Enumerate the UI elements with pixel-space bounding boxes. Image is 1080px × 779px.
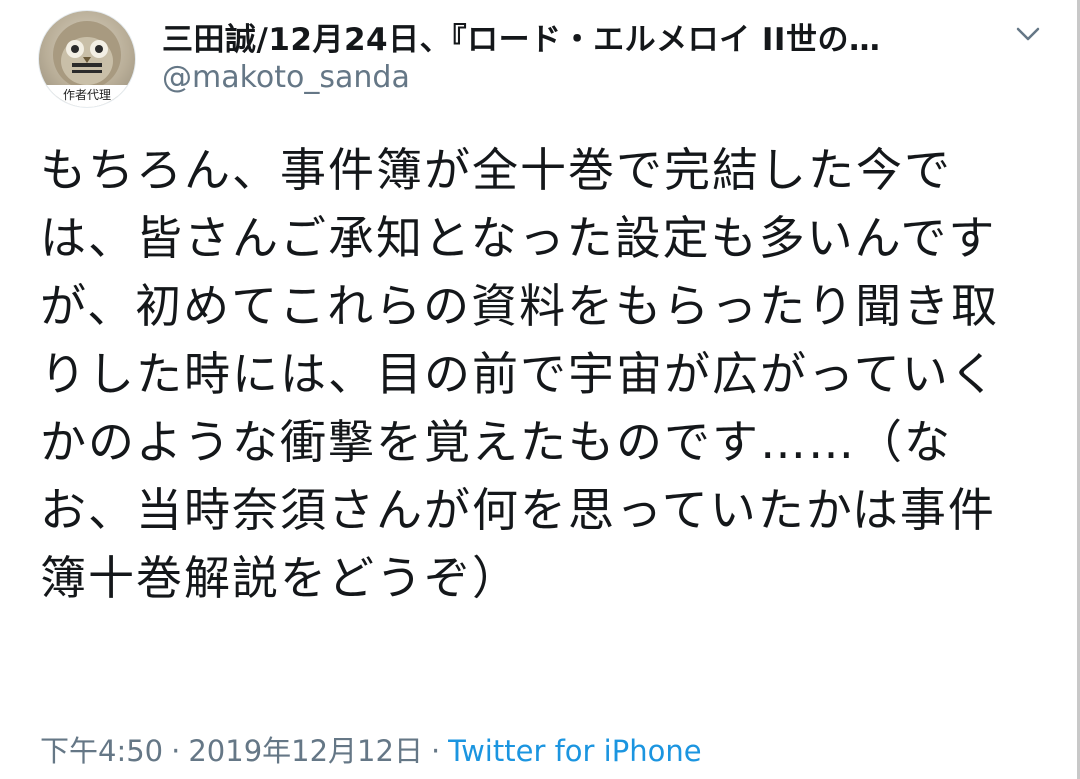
avatar-caption: 作者代理	[63, 88, 111, 102]
owl-avatar-icon: 作者代理	[39, 21, 135, 107]
tweet-time[interactable]: 下午4:50	[40, 734, 163, 768]
tweet-source-link[interactable]: Twitter for iPhone	[448, 734, 701, 768]
chevron-down-icon[interactable]	[1008, 14, 1048, 54]
display-name[interactable]: 三田誠/12月24日、『ロード・エルメロイ II世の…	[162, 14, 880, 59]
avatar[interactable]: 作者代理	[38, 10, 136, 108]
tweet-meta: 下午4:50 · 2019年12月12日 · Twitter for iPhone	[40, 728, 702, 770]
meta-separator-2: ·	[430, 734, 441, 768]
tweet-text: もちろん、事件簿が全十巻で完結した今では、皆さんご承知となった設定も多いんですが…	[40, 143, 1000, 605]
tweet-card: 作者代理 三田誠/12月24日、『ロード・エルメロイ II世の… @makoto…	[0, 0, 1080, 779]
tweet-date[interactable]: 2019年12月12日	[188, 734, 423, 768]
handle[interactable]: @makoto_sanda	[162, 60, 410, 95]
meta-separator: ·	[171, 734, 181, 768]
